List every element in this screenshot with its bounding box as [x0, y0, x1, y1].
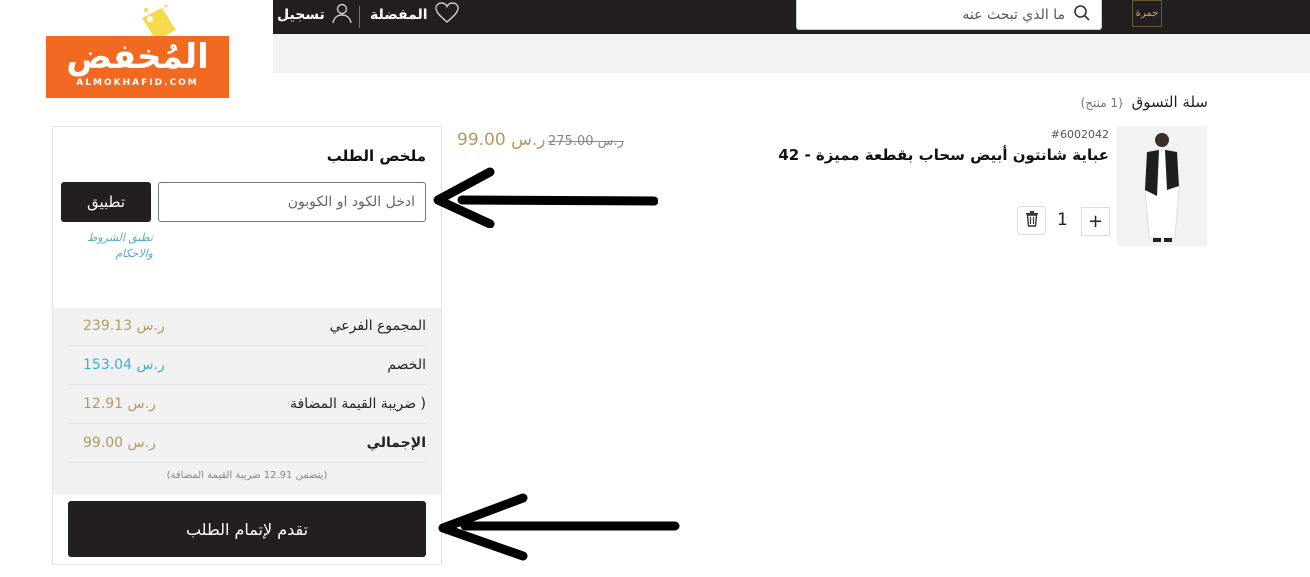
subtotal-value: ر.س 239.13 [83, 318, 165, 334]
vat-value: ر.س 12.91 [83, 396, 156, 412]
vat-row: ( ضريبة القيمة المضافة ر.س 12.91 [68, 386, 426, 424]
cart-count: (1 منتج) [1080, 96, 1123, 110]
store-logo[interactable]: جمرة [1132, 0, 1162, 27]
vat-label: ( ضريبة القيمة المضافة [290, 396, 426, 412]
watermark-english: ALMOKHAFID.COM [46, 78, 229, 88]
product-old-price: ر.س 275.00 [548, 134, 624, 149]
apply-coupon-button[interactable]: تطبيق [61, 182, 151, 222]
total-label: الإجمالي [366, 435, 426, 451]
product-image[interactable] [1117, 126, 1207, 246]
cart-title-text: سلة التسوق [1131, 93, 1208, 111]
arrow-annotation-checkout [438, 493, 680, 561]
totals-section: المجموع الفرعي ر.س 239.13 الخصم ر.س 153.… [53, 308, 441, 494]
remove-item-button[interactable] [1017, 206, 1046, 235]
discount-value: ر.س 153.04 [83, 357, 165, 373]
quantity-increase-button[interactable]: + [1081, 207, 1110, 236]
login-link[interactable]: تسجيل [277, 0, 353, 30]
search-icon[interactable] [1073, 4, 1091, 26]
coupon-input[interactable]: ادخل الكود او الكوبون [158, 182, 426, 222]
favorites-label: المفضلة [370, 7, 428, 23]
discount-label: الخصم [387, 357, 426, 373]
heart-icon [434, 1, 460, 29]
product-price: ر.س 99.00 [457, 130, 546, 150]
checkout-button[interactable]: تقدم لإتمام الطلب [68, 501, 426, 557]
watermark-arabic: المُخفض [66, 37, 209, 77]
total-value: ر.س 99.00 [83, 435, 156, 451]
order-summary-panel: ملخص الطلب ادخل الكود او الكوبون تطبيق ت… [52, 126, 442, 565]
product-sku: #6002042 [1050, 128, 1109, 141]
trash-icon [1025, 210, 1039, 231]
terms-link[interactable]: تطبق الشروط والاحكام [73, 230, 153, 262]
total-row: الإجمالي ر.س 99.00 [68, 425, 426, 463]
arrow-annotation-coupon [433, 167, 658, 228]
subtotal-row: المجموع الفرعي ر.س 239.13 [68, 308, 426, 346]
login-label: تسجيل [277, 7, 325, 23]
product-name[interactable]: عباية شانتون أبيض سحاب بقطعة مميزة - 42 [778, 146, 1109, 164]
watermark-logo: المُخفض ALMOKHAFID.COM [0, 0, 273, 107]
search-input[interactable]: ما الذي تبحث عنه [962, 7, 1065, 23]
order-summary-title: ملخص الطلب [326, 147, 426, 165]
discount-row: الخصم ر.س 153.04 [68, 347, 426, 385]
quantity-value: 1 [1057, 210, 1068, 230]
subtotal-label: المجموع الفرعي [329, 318, 426, 334]
favorites-link[interactable]: المفضلة [370, 0, 460, 30]
user-icon [331, 2, 353, 28]
nav-divider [359, 6, 360, 28]
vat-note: (يتضمن 12.91 ضريبة القيمة المضافة) [166, 470, 328, 481]
search-bar[interactable]: ما الذي تبحث عنه [796, 0, 1102, 30]
cart-title: سلة التسوق (1 منتج) [1081, 93, 1208, 111]
watermark-box: المُخفض ALMOKHAFID.COM [46, 36, 229, 98]
